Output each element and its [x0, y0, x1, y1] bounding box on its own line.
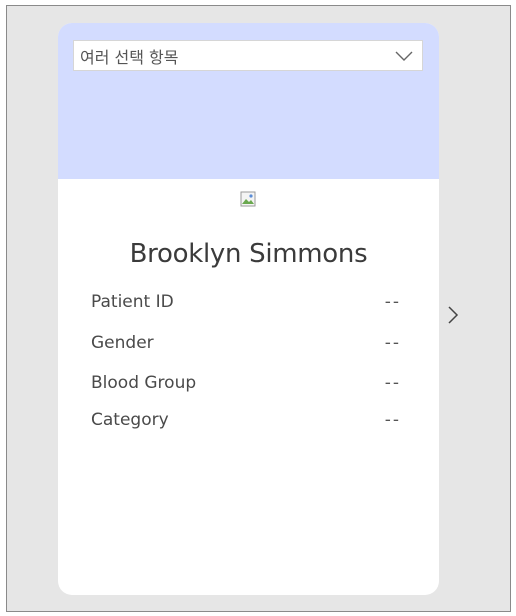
info-row-patient-id: Patient ID -- [91, 289, 401, 315]
select-label: 여러 선택 항목 [80, 47, 179, 67]
patient-card: 여러 선택 항목 Brooklyn Simmons Patient ID -- … [58, 23, 439, 595]
avatar [240, 191, 256, 207]
info-label: Blood Group [91, 373, 197, 393]
info-value: -- [384, 373, 401, 393]
info-label: Gender [91, 333, 154, 353]
app-frame: 여러 선택 항목 Brooklyn Simmons Patient ID -- … [6, 5, 511, 612]
chevron-down-icon [392, 44, 416, 68]
patient-name: Brooklyn Simmons [129, 239, 368, 269]
next-button[interactable] [443, 303, 463, 327]
info-value: -- [384, 333, 401, 353]
info-row-blood-group: Blood Group -- [91, 370, 401, 396]
info-label: Patient ID [91, 292, 174, 312]
multi-select-dropdown[interactable]: 여러 선택 항목 [73, 40, 423, 71]
info-label: Category [91, 410, 169, 430]
chevron-right-icon [448, 306, 459, 324]
info-value: -- [384, 292, 401, 312]
info-row-gender: Gender -- [91, 330, 401, 356]
broken-image-icon [240, 191, 256, 207]
info-value: -- [384, 410, 401, 430]
info-row-category: Category -- [91, 410, 401, 432]
